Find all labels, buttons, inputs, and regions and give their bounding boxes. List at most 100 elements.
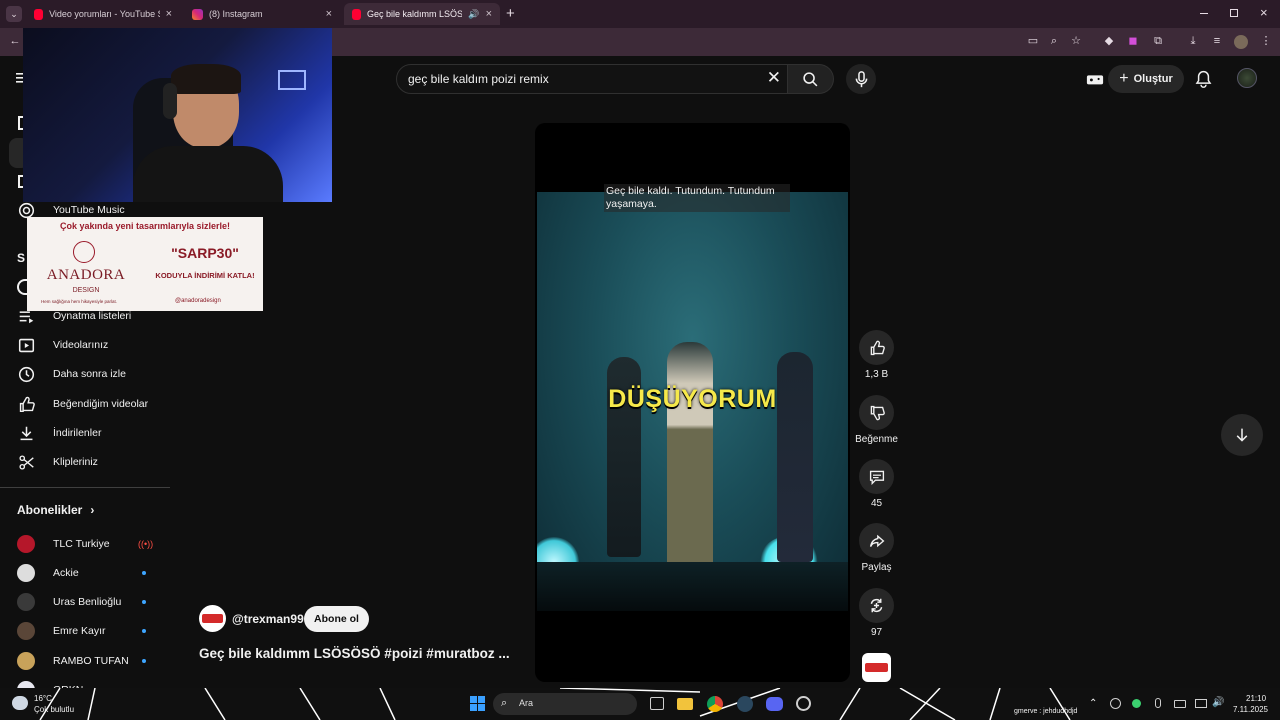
subscribe-button[interactable]: Abone ol	[304, 606, 369, 632]
clock-time[interactable]: 21:10	[1246, 694, 1266, 703]
sidebar-item-label: İndirilenler	[53, 427, 102, 439]
subscription-item[interactable]: Emre Kayır	[0, 617, 170, 645]
back-arrow-icon[interactable]: ←	[8, 34, 22, 48]
tray-sync-icon[interactable]	[1110, 698, 1121, 709]
extension-diamond-icon[interactable]: ◆	[1102, 34, 1116, 48]
subscription-name: Emre Kayır	[53, 625, 106, 637]
tab-search-button[interactable]: ⌄	[6, 6, 22, 22]
tab-title: (8) Instagram	[209, 9, 263, 19]
windows-taskbar	[0, 688, 1280, 720]
sidebar-item-your-videos[interactable]: Videolarınız	[0, 331, 170, 359]
close-window-icon[interactable]: ×	[1260, 5, 1268, 20]
share-label: Paylaş	[861, 562, 892, 573]
notifications-bell-icon[interactable]	[1195, 70, 1212, 88]
new-tab-button[interactable]: +	[506, 5, 515, 22]
short-title[interactable]: Geç bile kaldımm LSÖSÖSÖ #poizi #muratbo…	[199, 646, 510, 661]
close-tab-icon[interactable]: ×	[486, 8, 492, 20]
webcam-person-hair	[171, 64, 241, 94]
subscription-item[interactable]: Uras Benlioğlu	[0, 588, 170, 616]
tray-display-icon[interactable]	[1195, 699, 1207, 708]
next-short-button[interactable]	[1221, 414, 1263, 456]
file-explorer-icon[interactable]	[677, 698, 693, 710]
zoom-icon[interactable]: ⌕	[1047, 34, 1061, 48]
sidebar-item-watch-later[interactable]: Daha sonra izle	[0, 360, 170, 388]
subscriptions-heading[interactable]: Abonelikler ›	[17, 503, 94, 517]
bookmark-star-icon[interactable]: ☆	[1069, 34, 1083, 48]
share-button[interactable]	[859, 523, 894, 558]
close-tab-icon[interactable]: ×	[166, 8, 172, 20]
subscription-item[interactable]: RAMBO TUFAN	[0, 647, 170, 675]
history-icon[interactable]	[17, 279, 27, 295]
extensions-puzzle-icon[interactable]: ⧉	[1151, 34, 1165, 48]
sidebar-item-downloads[interactable]: İndirilenler	[0, 419, 170, 447]
taskbar-search[interactable]: ⌕ Ara	[493, 693, 637, 715]
sidebar-item-clips[interactable]: Klipleriniz	[0, 448, 170, 476]
dancer-figure	[667, 342, 713, 572]
browser-menu-icon[interactable]: ⋮	[1259, 34, 1273, 48]
channel-avatar	[17, 535, 35, 553]
subscription-item[interactable]: TLC Turkiye ((•))	[0, 530, 170, 558]
remix-button[interactable]	[859, 588, 894, 623]
user-status-text: gmerve : jehdudhdjd	[1014, 708, 1078, 715]
voice-search-button[interactable]	[846, 64, 876, 94]
sidebar-item-label: Videolarınız	[53, 339, 109, 351]
like-count: 1,3 B	[864, 369, 889, 380]
sound-source-avatar[interactable]	[862, 653, 891, 682]
weather-icon[interactable]	[12, 696, 28, 710]
discord-icon[interactable]	[766, 697, 783, 711]
drawing-scribble-overlay	[39, 688, 1071, 720]
thumbs-down-icon	[870, 405, 885, 420]
minimize-window-icon[interactable]	[1200, 13, 1208, 14]
tab-current-short[interactable]: Geç bile kaldımm LSÖSÖSÖ 🔊 ×	[344, 3, 500, 25]
tray-green-status-icon[interactable]	[1132, 699, 1141, 708]
comments-button[interactable]	[859, 459, 894, 494]
tray-chevron-up-icon[interactable]: ⌃	[1089, 698, 1097, 709]
profile-avatar[interactable]	[1234, 35, 1248, 49]
cast-icon[interactable]: ▭	[1026, 34, 1040, 48]
channel-avatar	[17, 593, 35, 611]
weather-temp[interactable]: 16°C	[34, 694, 52, 703]
search-input[interactable]: geç bile kaldım poizi remix	[408, 72, 549, 86]
extension-purple-icon[interactable]: ◼	[1126, 34, 1140, 48]
reading-list-icon[interactable]: ≡	[1210, 34, 1224, 48]
create-button[interactable]: + Oluştur	[1108, 65, 1184, 93]
live-broadcast-icon: ((•))	[138, 539, 154, 549]
channel-name[interactable]: @trexman99	[232, 612, 304, 626]
close-tab-icon[interactable]: ×	[326, 8, 332, 20]
steam-icon[interactable]	[737, 696, 753, 712]
youtube-music-icon	[18, 202, 35, 218]
clips-icon	[19, 454, 34, 470]
remix-count: 97	[870, 627, 883, 638]
downloads-icon[interactable]: ⤓	[1186, 34, 1200, 48]
search-button[interactable]	[788, 64, 834, 94]
channel-avatar	[17, 564, 35, 582]
your-videos-icon	[18, 338, 35, 352]
audio-playing-icon[interactable]: 🔊	[468, 9, 479, 20]
like-button[interactable]	[859, 330, 894, 365]
tray-mic-icon[interactable]	[1155, 698, 1161, 708]
weather-desc[interactable]: Çok bulutlu	[34, 705, 74, 714]
clear-search-icon[interactable]: ✕	[767, 68, 781, 88]
app-gear-icon[interactable]	[796, 696, 811, 711]
ad-logo-deer-icon	[73, 241, 95, 263]
windows-start-icon[interactable]	[470, 696, 485, 711]
sidebar-item-liked-videos[interactable]: Beğendiğim videolar	[0, 390, 170, 418]
chrome-icon[interactable]	[707, 696, 723, 712]
sidebar-item-label: YouTube Music	[53, 204, 125, 216]
subscription-item[interactable]: Ackie	[0, 559, 170, 587]
task-view-icon[interactable]	[650, 697, 664, 710]
dislike-button[interactable]	[859, 395, 894, 430]
download-icon	[20, 426, 33, 440]
account-avatar[interactable]	[1237, 68, 1257, 88]
restore-window-icon[interactable]	[1230, 9, 1238, 17]
clock-date[interactable]: 7.11.2025	[1233, 705, 1268, 714]
tab-instagram[interactable]: (8) Instagram ×	[184, 3, 340, 25]
arrow-down-icon	[1236, 428, 1248, 442]
tray-keyboard-icon[interactable]	[1174, 700, 1186, 708]
search-box[interactable]: geç bile kaldım poizi remix ✕	[396, 64, 788, 94]
tray-volume-icon[interactable]: 🔊	[1212, 697, 1224, 708]
comment-count: 45	[870, 498, 883, 509]
game-controller-icon[interactable]	[1086, 70, 1104, 88]
channel-avatar[interactable]	[199, 605, 226, 632]
tab-youtube-studio[interactable]: Video yorumları - YouTube Studio ×	[26, 3, 180, 25]
